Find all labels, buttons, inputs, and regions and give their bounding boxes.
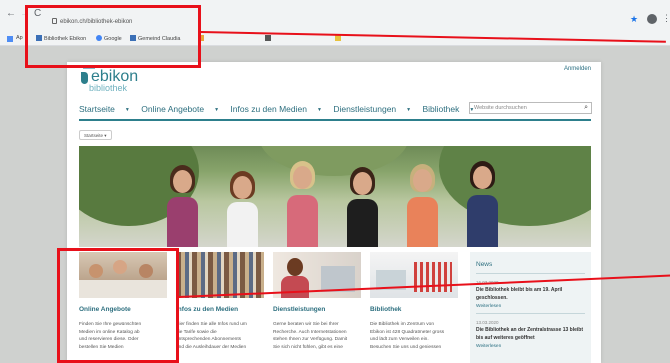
news-title[interactable]: Die Bibliothek an der Zentralstrasse 13 … (476, 327, 585, 342)
bookmark-favicon-icon (265, 35, 271, 41)
card-title: Dienstleistungen (273, 306, 326, 313)
chevron-down-icon: ▼ (316, 107, 322, 113)
hero-team-photo (79, 146, 591, 247)
news-title[interactable]: Die Bibliothek bleibt bis am 19. April g… (476, 287, 585, 302)
team-member (287, 161, 318, 247)
login-link[interactable]: Anmelden (564, 66, 591, 72)
nav-item-startseite[interactable]: Startseite ▼ (79, 104, 130, 114)
news-read-more-link[interactable]: Weiterlesen (476, 304, 585, 309)
news-panel: News 16.03.2020 Die Bibliothek bleibt bi… (470, 252, 591, 363)
main-navigation: Startseite ▼ Online Angebote ▼ Infos zu de… (79, 104, 483, 116)
nav-item-online-angebote[interactable]: Online Angebote ▼ (141, 104, 219, 114)
chevron-down-icon: ▼ (124, 107, 130, 113)
browser-menu-icon[interactable]: ⋮ (662, 13, 670, 24)
news-read-more-link[interactable]: Weiterlesen (476, 344, 585, 349)
bookmark-apps[interactable]: Ap (16, 35, 23, 41)
card-infos-medien[interactable]: Infos zu den Medien Hier finden Sie alle… (176, 252, 264, 351)
nav-item-bibliothek[interactable]: Bibliothek ▼ (423, 104, 475, 114)
logo-drop-icon (81, 72, 88, 84)
news-date: 13.03.2020 (476, 320, 499, 325)
chevron-down-icon: ▼ (214, 107, 220, 113)
apps-grid-icon[interactable] (7, 36, 13, 42)
profile-avatar-icon[interactable] (647, 14, 657, 24)
nav-item-infos-medien[interactable]: Infos zu den Medien ▼ (230, 104, 322, 114)
annotation-box-url (25, 5, 201, 68)
ebikon-logo[interactable]: ▬▬▬ ebikon bibliothek (79, 65, 138, 93)
search-placeholder: Website durchsuchen (474, 105, 527, 111)
search-icon[interactable]: ⌕ (584, 104, 588, 112)
card-title: Bibliothek (370, 306, 402, 313)
chevron-down-icon: ▼ (406, 107, 412, 113)
card-title: Infos zu den Medien (176, 306, 239, 313)
nav-divider (79, 119, 591, 121)
nav-item-dienstleistungen[interactable]: Dienstleistungen ▼ (333, 104, 411, 114)
card-text: Hier finden Sie alle Infos rund um die Ta… (176, 322, 247, 350)
card-image (370, 252, 458, 298)
card-image (176, 252, 264, 298)
card-dienstleistungen[interactable]: Dienstleistungen Gerne beraten wir Sie b… (273, 252, 361, 351)
news-item[interactable]: 13.03.2020 Die Bibliothek an der Zentral… (470, 314, 591, 349)
bookmark-blurred-3[interactable] (335, 35, 343, 42)
logo-text-bibliothek: bibliothek (89, 83, 128, 93)
team-member (227, 171, 258, 247)
team-member (467, 161, 498, 247)
chevron-down-icon: ▾ (104, 133, 107, 138)
team-member (167, 165, 198, 247)
news-heading: News (476, 261, 493, 268)
logo-text-ebikon: ebikon (91, 68, 139, 85)
site-search-input[interactable]: Website durchsuchen ⌕ (469, 102, 592, 114)
team-member (347, 167, 378, 247)
breadcrumb[interactable]: Startseite ▾ (79, 130, 112, 140)
bookmark-star-icon[interactable]: ★ (630, 14, 638, 25)
card-text: Gerne beraten wir Sie bei Ihrer Recherche… (273, 322, 348, 350)
card-text: Die Bibliothek im Zentrum von Ebikon ist … (370, 322, 445, 350)
back-icon[interactable]: ← (6, 8, 16, 19)
annotation-box-online-angebote (57, 248, 179, 363)
bookmark-blurred-2[interactable] (265, 35, 273, 42)
card-bibliothek[interactable]: Bibliothek Die Bibliothek im Zentrum von… (370, 252, 458, 351)
team-member (407, 164, 438, 247)
